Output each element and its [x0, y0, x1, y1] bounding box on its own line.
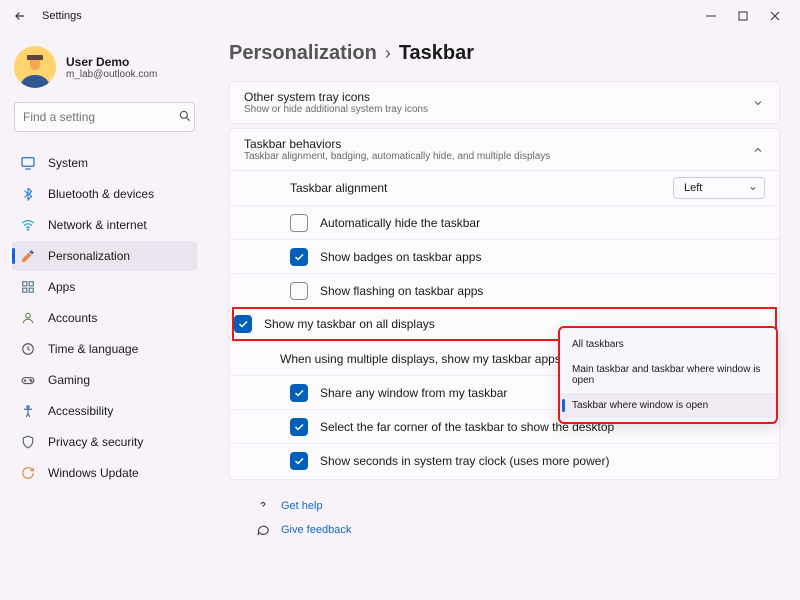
- card-other-tray: Other system tray icons Show or hide add…: [229, 81, 780, 124]
- personalization-icon: [20, 248, 36, 264]
- nav-update[interactable]: Windows Update: [12, 458, 197, 488]
- checkbox-show-badges[interactable]: [290, 248, 308, 266]
- chevron-right-icon: ›: [385, 43, 391, 64]
- give-feedback-link[interactable]: Give feedback: [255, 518, 780, 542]
- get-help-link[interactable]: Get help: [255, 494, 780, 518]
- card-title: Taskbar behaviors: [244, 137, 751, 151]
- dropdown-option-all[interactable]: All taskbars: [560, 332, 776, 357]
- chevron-up-icon: [751, 143, 765, 157]
- gaming-icon: [20, 372, 36, 388]
- accessibility-icon: [20, 403, 36, 419]
- time-icon: [20, 341, 36, 357]
- card-other-tray-header[interactable]: Other system tray icons Show or hide add…: [230, 82, 779, 123]
- footer-links: Get help Give feedback: [229, 484, 780, 542]
- accounts-icon: [20, 310, 36, 326]
- multi-display-dropdown[interactable]: All taskbars Main taskbar and taskbar wh…: [558, 326, 778, 424]
- apps-icon: [20, 279, 36, 295]
- nav-label: System: [48, 156, 88, 170]
- profile-name: User Demo: [66, 55, 157, 69]
- nav-system[interactable]: System: [12, 148, 197, 178]
- profile[interactable]: User Demo m_lab@outlook.com: [12, 42, 197, 102]
- nav-personalization[interactable]: Personalization: [12, 241, 197, 271]
- search-box[interactable]: [14, 102, 195, 132]
- card-subtitle: Show or hide additional system tray icon…: [244, 104, 751, 115]
- help-label: Get help: [281, 500, 323, 512]
- help-icon: [255, 498, 271, 514]
- nav-accessibility[interactable]: Accessibility: [12, 396, 197, 426]
- card-title: Other system tray icons: [244, 90, 751, 104]
- row-label: Show flashing on taskbar apps: [320, 284, 765, 298]
- alignment-label: Taskbar alignment: [290, 181, 673, 195]
- breadcrumb: Personalization › Taskbar: [229, 42, 780, 65]
- checkbox-all-displays[interactable]: [234, 315, 252, 333]
- row-show-badges[interactable]: Show badges on taskbar apps: [230, 239, 779, 273]
- dropdown-option-where-open[interactable]: Taskbar where window is open: [560, 393, 776, 418]
- nav-apps[interactable]: Apps: [12, 272, 197, 302]
- breadcrumb-current: Taskbar: [399, 42, 474, 65]
- avatar: [14, 46, 56, 88]
- minimize-button[interactable]: [704, 9, 718, 23]
- search-icon: [178, 109, 192, 126]
- nav-privacy[interactable]: Privacy & security: [12, 427, 197, 457]
- nav-bluetooth[interactable]: Bluetooth & devices: [12, 179, 197, 209]
- bluetooth-icon: [20, 186, 36, 202]
- system-icon: [20, 155, 36, 171]
- feedback-label: Give feedback: [281, 524, 351, 536]
- checkbox-show-flashing[interactable]: [290, 282, 308, 300]
- nav-label: Privacy & security: [48, 435, 143, 449]
- row-label: Show seconds in system tray clock (uses …: [320, 454, 765, 468]
- checkbox-far-corner[interactable]: [290, 418, 308, 436]
- card-taskbar-behaviors: Taskbar behaviors Taskbar alignment, bad…: [229, 128, 780, 480]
- close-button[interactable]: [768, 9, 782, 23]
- row-show-flashing[interactable]: Show flashing on taskbar apps: [230, 273, 779, 307]
- maximize-button[interactable]: [736, 9, 750, 23]
- nav: System Bluetooth & devices Network & int…: [12, 148, 197, 488]
- nav-label: Accounts: [48, 311, 97, 325]
- row-taskbar-alignment: Taskbar alignment Left: [230, 170, 779, 205]
- update-icon: [20, 465, 36, 481]
- card-behaviors-header[interactable]: Taskbar behaviors Taskbar alignment, bad…: [230, 129, 779, 170]
- row-show-seconds[interactable]: Show seconds in system tray clock (uses …: [230, 443, 779, 477]
- main-content: Personalization › Taskbar Other system t…: [205, 32, 800, 600]
- profile-email: m_lab@outlook.com: [66, 69, 157, 80]
- alignment-select[interactable]: Left: [673, 177, 765, 199]
- nav-label: Network & internet: [48, 218, 147, 232]
- alignment-value: Left: [684, 182, 702, 194]
- nav-label: Gaming: [48, 373, 90, 387]
- row-auto-hide[interactable]: Automatically hide the taskbar: [230, 205, 779, 239]
- nav-label: Personalization: [48, 249, 130, 263]
- chevron-down-icon: [751, 96, 765, 110]
- card-subtitle: Taskbar alignment, badging, automaticall…: [244, 151, 751, 162]
- nav-network[interactable]: Network & internet: [12, 210, 197, 240]
- nav-accounts[interactable]: Accounts: [12, 303, 197, 333]
- nav-label: Bluetooth & devices: [48, 187, 154, 201]
- titlebar: Settings: [0, 0, 800, 32]
- back-button[interactable]: [8, 4, 32, 28]
- app-title: Settings: [42, 10, 82, 22]
- privacy-icon: [20, 434, 36, 450]
- nav-time[interactable]: Time & language: [12, 334, 197, 364]
- checkbox-share-window[interactable]: [290, 384, 308, 402]
- nav-label: Apps: [48, 280, 75, 294]
- nav-label: Time & language: [48, 342, 138, 356]
- dropdown-option-main[interactable]: Main taskbar and taskbar where window is…: [560, 357, 776, 393]
- search-input[interactable]: [23, 110, 178, 124]
- breadcrumb-parent[interactable]: Personalization: [229, 42, 377, 65]
- feedback-icon: [255, 522, 271, 538]
- row-label: Automatically hide the taskbar: [320, 216, 765, 230]
- nav-label: Accessibility: [48, 404, 113, 418]
- network-icon: [20, 217, 36, 233]
- sidebar: User Demo m_lab@outlook.com System Bluet…: [0, 32, 205, 600]
- nav-gaming[interactable]: Gaming: [12, 365, 197, 395]
- checkbox-auto-hide[interactable]: [290, 214, 308, 232]
- nav-label: Windows Update: [48, 466, 139, 480]
- checkbox-show-seconds[interactable]: [290, 452, 308, 470]
- row-label: Show badges on taskbar apps: [320, 250, 765, 264]
